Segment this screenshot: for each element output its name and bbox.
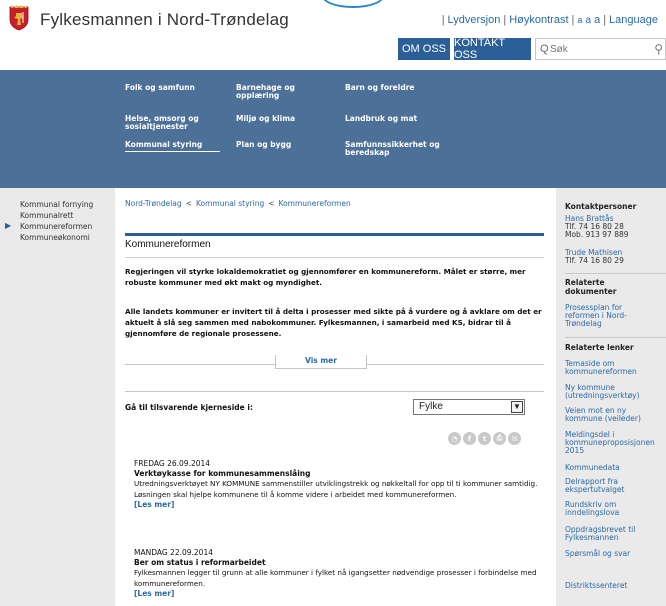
related-link-temaside[interactable]: Temaside om kommunereformen <box>565 360 655 376</box>
news-item: FREDAG 26.09.2014 Verktøykasse for kommu… <box>134 459 539 510</box>
coat-of-arms-icon[interactable] <box>8 5 30 31</box>
main-content: Nord-Trøndelag < Kommunal styring < Kommuner… <box>115 188 550 606</box>
util-link-language[interactable]: Language <box>609 14 658 26</box>
search-icon[interactable]: ⚲ <box>654 42 663 56</box>
share-icons: ◔ f t ⎙ ✉ <box>448 432 521 445</box>
breadcrumb-separator: < <box>268 199 275 208</box>
current-arrow-icon: ▶ <box>5 221 12 230</box>
divider <box>565 273 666 274</box>
goto-label: Gå til tilsvarende kjerneside i: <box>125 403 253 412</box>
contact-card: Trude Mathisen Tlf. 74 16 80 29 <box>565 249 666 265</box>
font-size-small-link[interactable]: a <box>577 15 582 25</box>
divider <box>565 337 666 338</box>
util-separator: | <box>603 14 607 26</box>
related-link-sporsmal-og-svar[interactable]: Spørsmål og svar <box>565 550 666 558</box>
related-link-veien-mot[interactable]: Veien mot en ny kommune (veileder) <box>565 407 645 423</box>
nav-item-barn-og-foreldre[interactable]: Barn og foreldre <box>345 84 450 92</box>
news-item: MANDAG 22.09.2014 Ber om status i reform… <box>134 548 539 599</box>
news-title[interactable]: Ber om status i reformarbeidet <box>134 558 539 568</box>
news-date: MANDAG 22.09.2014 <box>134 548 213 557</box>
divider <box>125 257 544 258</box>
core-page-select[interactable]: Fylke ▼ <box>413 399 525 415</box>
intro-paragraph: Regjeringen vil styrke lokaldemokratiet … <box>125 267 526 287</box>
kontaktpersoner-heading: Kontaktpersoner <box>565 202 637 211</box>
nav-item-samfunnssikkerhet[interactable]: Samfunnssikkerhet og beredskap <box>345 141 455 157</box>
relaterte-lenker-heading: Relaterte lenker <box>565 343 634 352</box>
font-size-medium-link[interactable]: a <box>585 15 591 26</box>
site-title[interactable]: Fylkesmannen i Nord-Trøndelag <box>40 10 289 30</box>
title-rule <box>125 233 544 236</box>
rss-icon[interactable]: ◔ <box>448 432 461 445</box>
news-body: Utredningsverktøyet NY KOMMUNE sammensti… <box>134 479 538 499</box>
print-icon[interactable]: ⎙ <box>493 432 506 445</box>
email-icon[interactable]: ✉ <box>508 432 521 445</box>
nav-item-helse-omsorg[interactable]: Helse, omsorg og sosialtjenester <box>125 115 217 131</box>
breadcrumb-separator: < <box>185 199 192 208</box>
logo-arc <box>322 0 384 8</box>
contact-phone: Tlf. 74 16 80 29 <box>565 256 624 265</box>
related-link-meldingsdel[interactable]: Meldingsdel i kommuneproposisjonen 2015 <box>565 431 666 455</box>
nav-item-landbruk-og-mat[interactable]: Landbruk og mat <box>345 115 450 123</box>
left-sidebar: Kommunal fornying Kommunalrett ▶ Kommune… <box>0 188 115 606</box>
main-navigation: Folk og samfunn Barnehage og opplæring B… <box>0 70 666 188</box>
breadcrumb-link-kommunereformen[interactable]: Kommunereformen <box>279 199 351 208</box>
les-mer-link[interactable]: [Les mer] <box>134 500 539 510</box>
related-link-kommunedata[interactable]: Kommunedata <box>565 464 666 472</box>
right-sidebar: Kontaktpersoner Hans Brattås Tlf. 74 16 … <box>556 188 666 606</box>
search-box: Q ⚲ <box>535 38 666 60</box>
sidebar-item-kommuneokonomi[interactable]: Kommuneøkonomi <box>20 233 90 242</box>
util-link-lydversjon[interactable]: Lydversjon <box>448 14 501 26</box>
related-link-rundskriv[interactable]: Rundskriv om inndelingslova <box>565 501 640 517</box>
intro-paragraph: Alle landets kommuner er invitert til å … <box>125 307 542 338</box>
breadcrumb-link-nord-trondelag[interactable]: Nord-Trøndelag <box>125 199 182 208</box>
nav-item-kommunal-styring[interactable]: Kommunal styring <box>125 141 220 152</box>
twitter-icon[interactable]: t <box>478 432 491 445</box>
les-mer-link[interactable]: [Les mer] <box>134 589 539 599</box>
nav-item-folk-og-samfunn[interactable]: Folk og samfunn <box>125 84 230 92</box>
news-date: FREDAG 26.09.2014 <box>134 459 211 468</box>
news-title[interactable]: Verktøykasse for kommunesammenslåing <box>134 469 539 479</box>
related-link-oppdragsbrevet[interactable]: Oppdragsbrevet til Fylkesmannen <box>565 526 650 542</box>
font-size-large-link[interactable]: a <box>594 14 600 26</box>
page-title: Kommunereformen <box>125 239 211 250</box>
sidebar-item-kommunal-fornying[interactable]: Kommunal fornying <box>20 200 93 209</box>
util-link-hoykontrast[interactable]: Høykontrast <box>509 14 568 26</box>
nav-item-barnehage[interactable]: Barnehage og opplæring <box>236 84 316 100</box>
nav-item-miljo-og-klima[interactable]: Miljø og klima <box>236 115 341 123</box>
site-header: Fylkesmannen i Nord-Trøndelag | Lydversjo… <box>0 0 666 70</box>
utility-links: | Lydversjon | Høykontrast | a a a | Language <box>439 14 658 26</box>
relaterte-dokumenter-heading: Relaterte dokumenter <box>565 278 617 296</box>
sidebar-item-kommunereformen[interactable]: Kommunereformen <box>20 222 92 231</box>
contact-mobile: Mob. 913 97 889 <box>565 230 629 239</box>
select-value: Fylke <box>419 401 443 412</box>
chevron-down-icon[interactable]: ▼ <box>511 401 523 413</box>
related-link-delrapport[interactable]: Delrapport fra ekspertutvalget <box>565 478 645 494</box>
sidebar-item-kommunalrett[interactable]: Kommunalrett <box>20 211 73 220</box>
search-prefix-icon: Q <box>540 43 549 55</box>
breadcrumb-link-kommunal-styring[interactable]: Kommunal styring <box>196 199 264 208</box>
contact-card: Hans Brattås Tlf. 74 16 80 28 Mob. 913 9… <box>565 215 666 239</box>
vis-mer-button[interactable]: Vis mer <box>275 355 367 369</box>
util-separator: | <box>571 14 575 26</box>
doc-link-prosessplan[interactable]: Prosessplan for reformen i Nord-Trøndela… <box>565 304 650 328</box>
news-body: Fylkesmannen legger til grunn at alle ko… <box>134 568 537 588</box>
nav-item-plan-og-bygg[interactable]: Plan og bygg <box>236 141 341 149</box>
om-oss-button[interactable]: OM OSS <box>398 38 450 60</box>
related-link-distriktssenteret[interactable]: Distriktssenteret <box>565 582 666 590</box>
util-separator: | <box>503 14 507 26</box>
divider <box>125 391 544 392</box>
related-link-ny-kommune[interactable]: Ny kommune (utredningsverktøy) <box>565 384 655 400</box>
search-input[interactable] <box>550 41 645 57</box>
facebook-icon[interactable]: f <box>463 432 476 445</box>
kontakt-oss-button[interactable]: KONTAKT OSS <box>454 37 531 61</box>
util-separator: | <box>441 14 445 26</box>
breadcrumb: Nord-Trøndelag < Kommunal styring < Kommuner… <box>125 199 351 208</box>
